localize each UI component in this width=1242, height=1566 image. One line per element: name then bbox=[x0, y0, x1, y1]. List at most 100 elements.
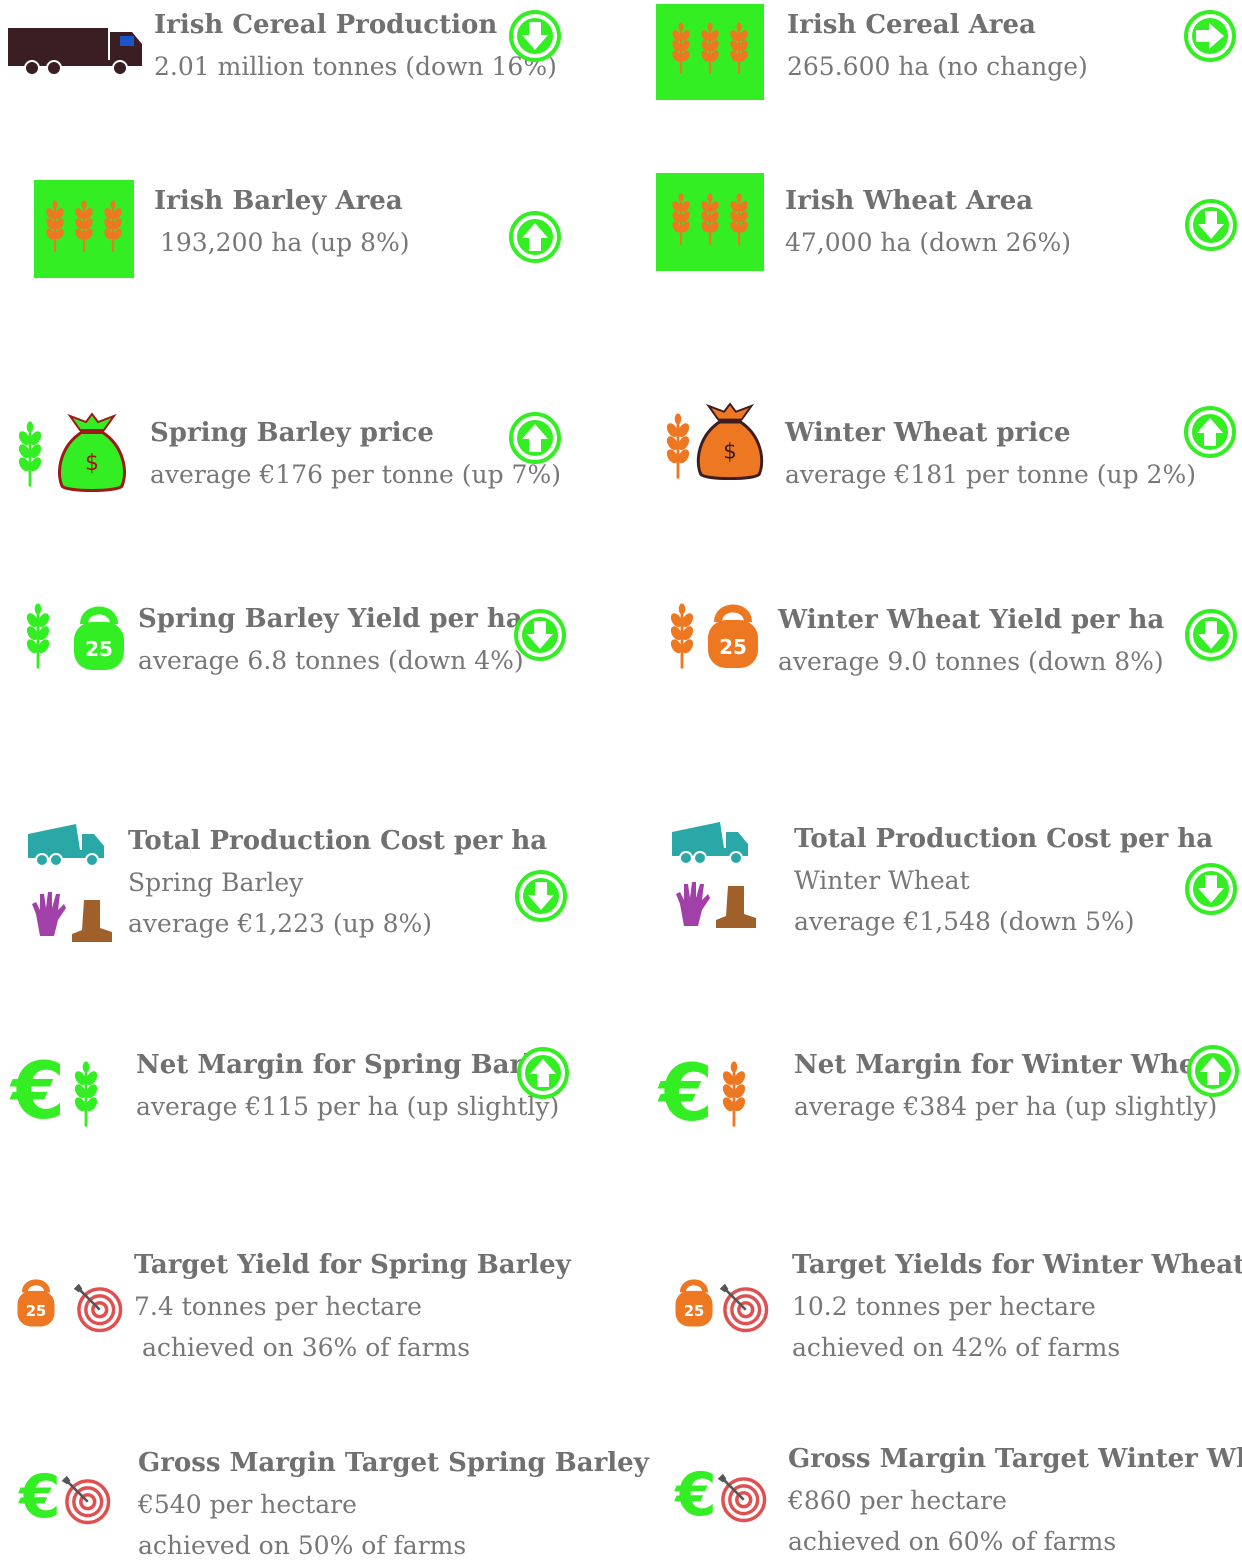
dump-truck-icon bbox=[28, 824, 104, 867]
kettlebell-icon: 25 bbox=[17, 1279, 55, 1327]
item-title: Winter Wheat Yield per ha bbox=[778, 605, 1165, 635]
item-icons bbox=[34, 180, 134, 278]
item-wheat-area: Irish Wheat Area 47,000 ha (down 26%) bbox=[620, 170, 1242, 290]
arrow-up-icon bbox=[507, 209, 563, 265]
wheat-stalk-icon bbox=[664, 410, 692, 482]
kettlebell-label: 25 bbox=[26, 1303, 47, 1320]
wheat-field-icon bbox=[656, 4, 764, 100]
svg-text:€: € bbox=[10, 1054, 65, 1130]
item-detail: Spring Barley bbox=[128, 868, 304, 897]
item-cereal-production: Irish Cereal Production 2.01 million ton… bbox=[0, 0, 600, 110]
item-icons: 25 bbox=[674, 1276, 784, 1336]
item-icons: € bbox=[10, 1054, 120, 1134]
kettlebell-label: 25 bbox=[85, 637, 113, 661]
item-winter-wheat-yield: 25 Winter Wheat Yield per ha average 9.0… bbox=[620, 590, 1242, 690]
arrow-up-icon bbox=[1182, 404, 1238, 460]
item-icons: 25 bbox=[668, 600, 788, 680]
item-detail: 265.600 ha (no change) bbox=[787, 52, 1088, 81]
svg-text:$: $ bbox=[723, 440, 737, 465]
item-cereal-area: Irish Cereal Area 265.600 ha (no change) bbox=[620, 0, 1242, 110]
item-icons bbox=[670, 818, 770, 942]
item-detail: achieved on 50% of farms bbox=[138, 1531, 467, 1560]
item-production-cost-spring-barley: Total Production Cost per ha Spring Barl… bbox=[0, 810, 600, 960]
wheat-stalk-icon bbox=[16, 418, 44, 490]
item-detail: 47,000 ha (down 26%) bbox=[785, 228, 1071, 257]
wheat-field-icon bbox=[656, 173, 764, 271]
wheat-stalk-icon bbox=[24, 600, 52, 672]
item-spring-barley-price: $ Spring Barley price average €176 per t… bbox=[0, 400, 600, 510]
item-detail: achieved on 42% of farms bbox=[792, 1333, 1121, 1362]
item-title: Net Margin for Winter Wheat bbox=[794, 1050, 1225, 1080]
item-icons: € bbox=[18, 1468, 128, 1532]
item-title: Spring Barley price bbox=[150, 418, 434, 448]
item-title: Total Production Cost per ha bbox=[794, 824, 1214, 854]
svg-text:$: $ bbox=[85, 451, 99, 476]
euro-icon: € bbox=[18, 1468, 61, 1526]
arrow-up-icon bbox=[507, 410, 563, 466]
target-icon bbox=[718, 1282, 770, 1334]
item-icons bbox=[656, 4, 764, 100]
item-detail: €860 per hectare bbox=[788, 1486, 1007, 1515]
item-title: Irish Cereal Area bbox=[787, 10, 1036, 40]
arrow-down-icon bbox=[1183, 861, 1239, 917]
target-icon bbox=[60, 1474, 112, 1526]
item-detail: Winter Wheat bbox=[794, 866, 970, 895]
arrow-right-icon bbox=[1182, 8, 1238, 64]
item-detail: average 9.0 tonnes (down 8%) bbox=[778, 647, 1164, 676]
item-winter-wheat-price: $ Winter Wheat price average €181 per to… bbox=[620, 400, 1242, 510]
svg-text:€: € bbox=[18, 1468, 61, 1526]
item-icons: € bbox=[658, 1056, 768, 1136]
item-title: Target Yield for Spring Barley bbox=[134, 1250, 571, 1280]
euro-icon: € bbox=[10, 1054, 65, 1130]
infographic: Irish Cereal Production 2.01 million ton… bbox=[0, 0, 1242, 1560]
item-icons bbox=[8, 22, 148, 82]
wheat-stalk-icon bbox=[668, 600, 696, 672]
target-icon bbox=[72, 1282, 124, 1334]
target-icon bbox=[716, 1472, 768, 1524]
kettlebell-icon: 25 bbox=[74, 606, 124, 670]
item-title: Gross Margin Target Winter Wheat bbox=[788, 1444, 1242, 1474]
kettlebell-icon: 25 bbox=[708, 604, 758, 668]
wheat-stalk-icon bbox=[72, 1058, 100, 1130]
item-icons: $ bbox=[664, 402, 784, 486]
euro-icon: € bbox=[658, 1056, 713, 1132]
arrow-down-icon bbox=[1183, 607, 1239, 663]
glove-icon bbox=[32, 892, 66, 936]
arrow-up-icon bbox=[1185, 1043, 1241, 1099]
kettlebell-label: 25 bbox=[684, 1303, 705, 1320]
item-detail: 10.2 tonnes per hectare bbox=[792, 1292, 1096, 1321]
item-spring-barley-yield: 25 Spring Barley Yield per ha average 6.… bbox=[0, 590, 600, 690]
arrow-up-icon bbox=[515, 1045, 571, 1101]
boot-icon bbox=[72, 900, 112, 942]
arrow-down-icon bbox=[507, 8, 563, 64]
wheat-field-icon bbox=[34, 180, 134, 278]
arrow-down-icon bbox=[512, 607, 568, 663]
item-detail: average 6.8 tonnes (down 4%) bbox=[138, 646, 524, 675]
item-detail: average €181 per tonne (up 2%) bbox=[785, 460, 1196, 489]
item-gross-margin-winter-wheat: € Gross Margin Target Winter Wheat €860 … bbox=[620, 1436, 1242, 1558]
item-net-margin-winter-wheat: € Net Margin for Winter Wheat average €3… bbox=[620, 1040, 1242, 1150]
item-title: Gross Margin Target Spring Barley bbox=[138, 1448, 649, 1478]
arrow-down-icon bbox=[513, 868, 569, 924]
item-title: Target Yields for Winter Wheat bbox=[792, 1250, 1242, 1280]
glove-icon bbox=[676, 882, 710, 926]
item-title: Net Margin for Spring Barley bbox=[136, 1050, 565, 1080]
item-production-cost-winter-wheat: Total Production Cost per ha Winter Whea… bbox=[620, 808, 1242, 958]
truck-icon bbox=[8, 28, 142, 76]
item-title: Irish Cereal Production bbox=[154, 10, 498, 40]
item-net-margin-spring-barley: € Net Margin for Spring Barley average €… bbox=[0, 1040, 600, 1150]
item-detail: average €115 per ha (up slightly) bbox=[136, 1092, 560, 1121]
item-icons: 25 bbox=[16, 1276, 126, 1336]
arrow-down-icon bbox=[1183, 197, 1239, 253]
item-detail: achieved on 36% of farms bbox=[134, 1333, 471, 1362]
item-detail: €540 per hectare bbox=[138, 1490, 357, 1519]
item-icons bbox=[26, 820, 126, 944]
kettlebell-icon: 25 bbox=[675, 1279, 713, 1327]
item-detail: 2.01 million tonnes (down 16%) bbox=[154, 52, 557, 81]
money-bag-icon: $ bbox=[696, 402, 764, 480]
item-gross-margin-spring-barley: € Gross Margin Target Spring Barley €540… bbox=[0, 1438, 649, 1560]
svg-text:€: € bbox=[674, 1466, 717, 1524]
item-title: Irish Barley Area bbox=[154, 186, 403, 216]
item-detail: average €1,548 (down 5%) bbox=[794, 907, 1135, 936]
item-icons: 25 bbox=[24, 600, 134, 680]
